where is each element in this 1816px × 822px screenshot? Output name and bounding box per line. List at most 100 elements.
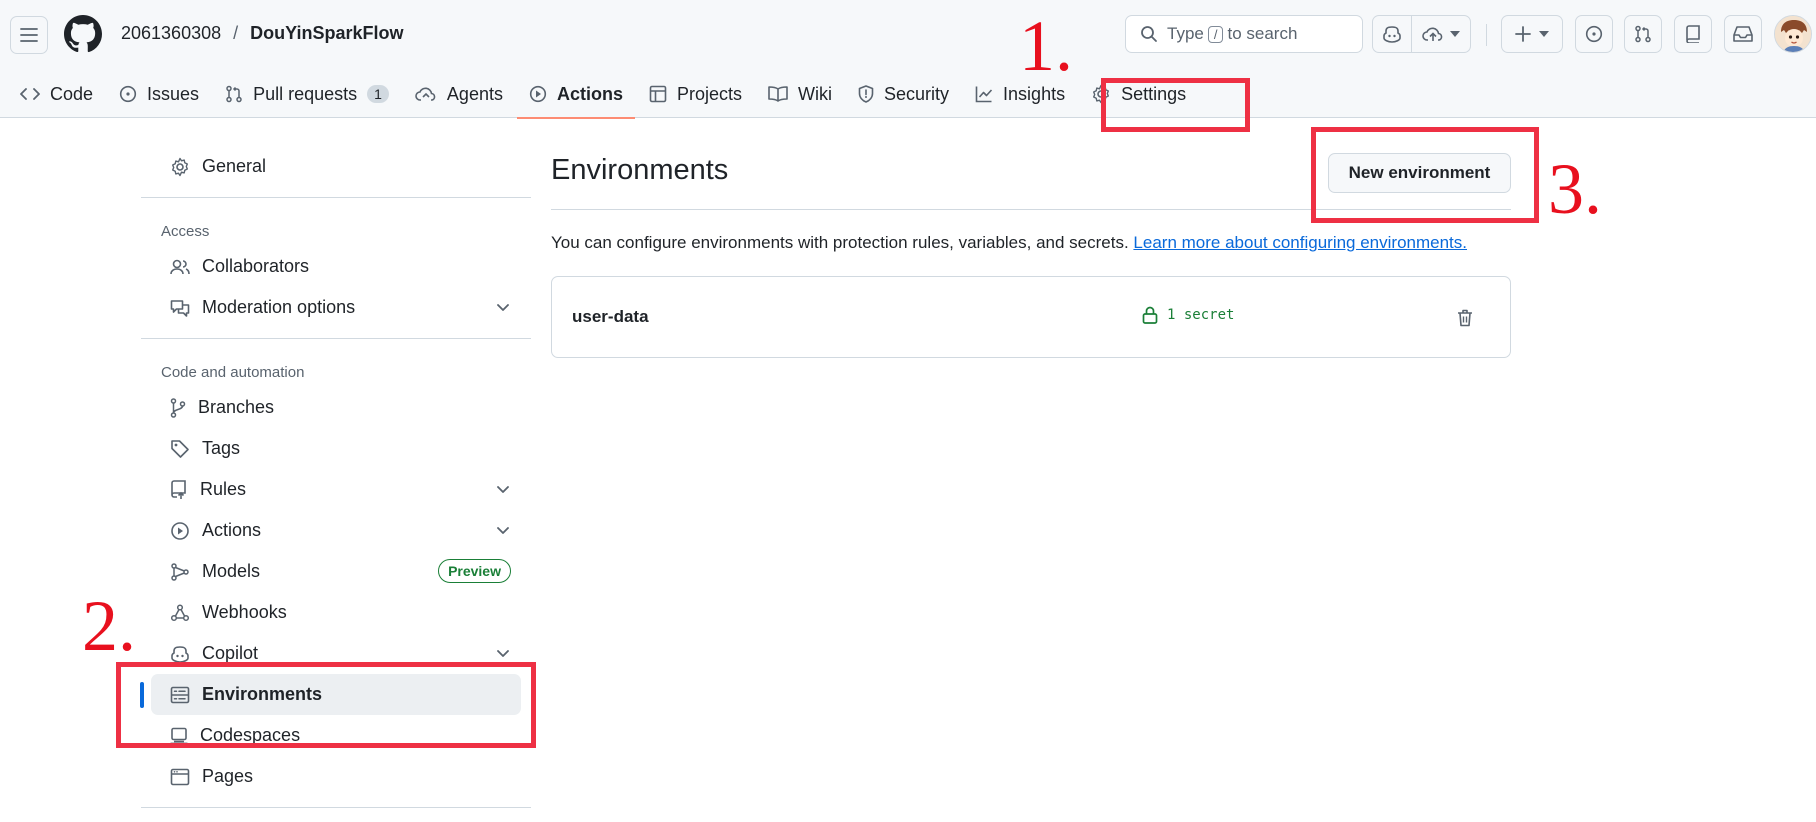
shield-icon (858, 85, 874, 103)
graph-icon (975, 86, 993, 103)
ai-model-icon (171, 562, 189, 581)
plus-icon (1515, 26, 1531, 42)
browser-icon (170, 768, 190, 785)
sidebar-item-label: Rules (200, 479, 247, 499)
tab-projects[interactable]: Projects (637, 70, 754, 118)
app-header: 2061360308 / DouYinSparkFlow Type / to sea… (0, 0, 1816, 119)
inbox-button[interactable] (1724, 15, 1762, 53)
sidebar-item-label: Pages (202, 766, 254, 786)
chevron-down-icon[interactable] (495, 481, 511, 497)
sidebar-item-actions[interactable]: Actions (151, 510, 521, 551)
create-new-button[interactable] (1501, 15, 1563, 53)
copilot-button-group (1372, 15, 1471, 53)
menu-button[interactable] (10, 16, 48, 54)
pull-requests-button[interactable] (1624, 15, 1662, 53)
repositories-button[interactable] (1674, 15, 1712, 53)
search-shortcut-key: / (1207, 26, 1224, 43)
tab-agents[interactable]: Agents (403, 70, 515, 118)
copilot-icon (1383, 26, 1401, 43)
sidebar-item-branches[interactable]: Branches (151, 387, 521, 428)
comment-discussion-icon (170, 299, 190, 317)
tab-label: Security (884, 83, 950, 104)
delete-environment-button[interactable] (1452, 305, 1478, 331)
cloud-upload-icon (1422, 27, 1443, 41)
search-input[interactable]: Type / to search (1125, 15, 1363, 53)
top-bar: 2061360308 / DouYinSparkFlow Type / to sea… (0, 0, 1816, 68)
sidebar-item-pages[interactable]: Pages (151, 756, 521, 797)
tab-label: Code (50, 83, 94, 104)
repo-name-link[interactable]: DouYinSparkFlow (250, 23, 403, 44)
issue-opened-icon (119, 85, 137, 103)
search-placeholder: Type / to search (1167, 24, 1298, 43)
sidebar-heading-code-and-automation: Code and automation (161, 364, 305, 381)
sidebar-item-label: Moderation options (202, 297, 356, 317)
tab-actions[interactable]: Actions (516, 70, 636, 119)
sidebar-item-webhooks[interactable]: Webhooks (151, 592, 521, 633)
repo-push-icon (171, 479, 186, 499)
tab-label: Pull requests (253, 83, 358, 104)
gear-icon (172, 157, 188, 176)
preview-badge: Preview (438, 559, 511, 583)
tab-issues[interactable]: Issues (107, 70, 211, 118)
tab-wiki[interactable]: Wiki (756, 70, 844, 118)
tab-label: Actions (556, 83, 623, 104)
pull-requests-count-badge: 1 (367, 85, 389, 103)
breadcrumb-separator: / (233, 23, 239, 43)
lock-icon (1142, 306, 1158, 324)
learn-more-link[interactable]: Learn more about configuring environment… (1133, 233, 1467, 252)
user-avatar[interactable] (1774, 15, 1812, 53)
annotation-number-3: 3. (1548, 149, 1602, 229)
annotation-box-environments (116, 662, 536, 748)
annotation-box-new-environment (1311, 127, 1539, 223)
tab-label: Wiki (798, 83, 833, 104)
inbox-icon (1733, 26, 1753, 42)
chevron-down-icon[interactable] (495, 299, 511, 315)
git-branch-icon (170, 397, 186, 418)
sidebar-item-tags[interactable]: Tags (151, 428, 521, 469)
tab-pull-requests[interactable]: Pull requests 1 (213, 70, 401, 118)
description-text: You can configure environments with prot… (551, 233, 1129, 252)
search-icon (1141, 26, 1157, 42)
table-icon (649, 85, 667, 103)
github-mark-icon (64, 15, 102, 53)
environment-name-link[interactable]: user-data (572, 307, 649, 327)
secrets-count-label: 1 secret (1167, 307, 1235, 323)
copilot-button[interactable] (1373, 16, 1411, 52)
avatar-icon (1775, 16, 1811, 52)
github-logo[interactable] (64, 15, 102, 53)
environment-secrets-count: 1 secret (1142, 306, 1234, 324)
copilot-menu-button[interactable] (1411, 16, 1470, 52)
tab-label: Projects (676, 83, 743, 104)
annotation-number-1: 1. (1019, 6, 1073, 86)
repo-icon (1686, 25, 1700, 43)
sidebar-item-label: Actions (202, 520, 262, 540)
annotation-number-2: 2. (82, 586, 136, 666)
repo-owner-link[interactable]: 2061360308 (121, 23, 221, 44)
annotation-box-settings (1101, 78, 1250, 132)
chevron-down-icon[interactable] (495, 522, 511, 538)
breadcrumb: 2061360308 / DouYinSparkFlow (121, 23, 403, 44)
chevron-down-icon[interactable] (495, 645, 511, 661)
sidebar-item-label: General (202, 156, 267, 176)
sidebar-item-collaborators[interactable]: Collaborators (151, 246, 521, 287)
page-title: Environments (551, 154, 729, 186)
sidebar-item-moderation-options[interactable]: Moderation options (151, 287, 521, 328)
sidebar-divider (141, 338, 531, 339)
sidebar-item-rules[interactable]: Rules (151, 469, 521, 510)
tab-label: Issues (147, 83, 200, 104)
git-pull-request-icon (226, 85, 242, 103)
tag-icon (171, 439, 189, 458)
sidebar-item-general[interactable]: General (151, 146, 521, 187)
sidebar-item-models[interactable]: Models Preview (151, 551, 521, 592)
chevron-down-icon (1450, 31, 1460, 37)
hamburger-icon (20, 28, 38, 42)
issue-opened-icon (1585, 25, 1603, 43)
tab-security[interactable]: Security (846, 70, 961, 118)
copilot-icon (171, 645, 189, 663)
play-icon (529, 85, 547, 103)
tab-code[interactable]: Code (8, 70, 105, 118)
sidebar-item-label: Models (202, 561, 261, 581)
sidebar-heading-access: Access (161, 223, 210, 240)
issues-button[interactable] (1575, 15, 1613, 53)
tab-label: Agents (446, 83, 503, 104)
